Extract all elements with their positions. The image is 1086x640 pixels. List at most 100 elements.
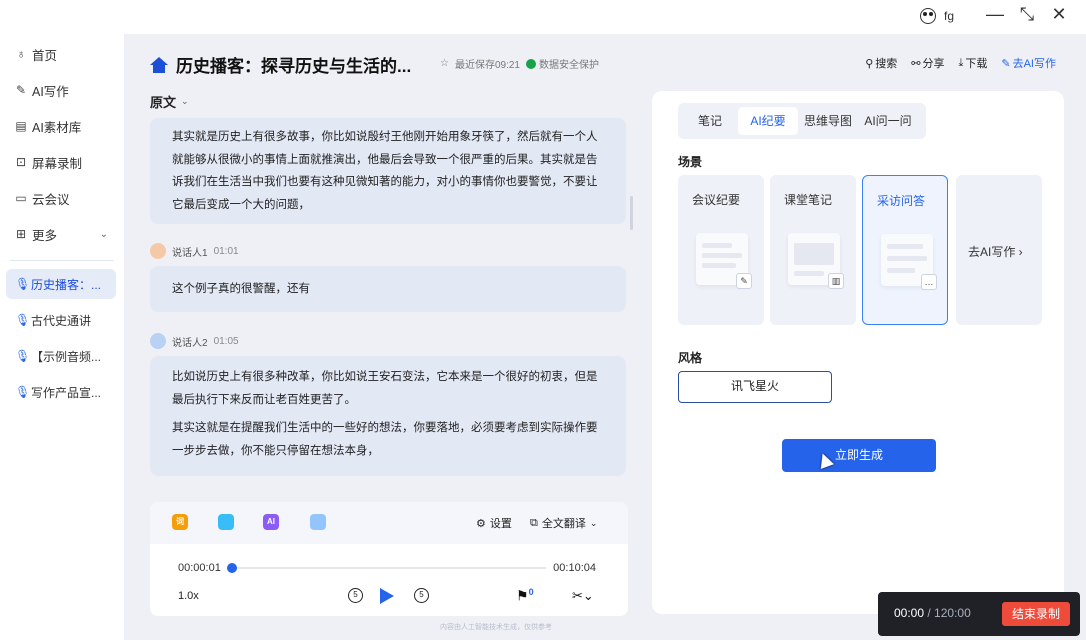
document-title[interactable]: 历史播客：探寻历史与生活的...	[176, 52, 411, 77]
edit-icon: ✎	[1001, 57, 1011, 70]
transcript-text: 比如说历史上有很多种改革，你比如说王安石变法，它本来是一个很好的初衷，但是最后执…	[172, 371, 598, 406]
scene-card-meeting[interactable]: 会议纪要 ✎	[678, 175, 764, 325]
library-icon: ▤	[15, 119, 27, 133]
ai-write-button[interactable]: ✎ 去AI写作	[1001, 55, 1056, 71]
scene-label: 场景	[678, 155, 703, 169]
player-toolbar: 词 AI ⚙ 设置 ⧉ 全文翻译 ⌄	[150, 502, 628, 544]
close-icon[interactable]: ✕	[1050, 4, 1068, 25]
recording-label: 写作产品宣...	[31, 385, 102, 400]
audio-player: 词 AI ⚙ 设置 ⧉ 全文翻译 ⌄ 00:00:01 00:10:04 1.0…	[150, 502, 628, 616]
header-actions: ⚲ 搜索 ⚯ 分享 ⤓ 下载 ✎ 去AI写作	[865, 55, 1056, 71]
speaker-time[interactable]: 01:01	[214, 246, 239, 257]
sidebar-item-cloud-meeting[interactable]: ▭ 云会议	[0, 180, 124, 216]
recording-item[interactable]: 🎙 写作产品宣...	[6, 377, 116, 407]
speed-button[interactable]: 1.0x	[178, 590, 199, 602]
speaker-name[interactable]: 说话人2	[172, 334, 208, 349]
scene-card-label: 采访问答	[877, 194, 926, 208]
download-label: 下载	[965, 58, 988, 70]
go-ai-write-card[interactable]: 去AI写作 ›	[956, 175, 1042, 325]
meeting-illustration-icon: ✎	[696, 233, 752, 289]
style-option-spark[interactable]: 讯飞星火	[678, 371, 832, 403]
translate-icon: ⧉	[530, 516, 538, 529]
scene-card-interview[interactable]: 采访问答 …	[862, 175, 948, 325]
sidebar-item-ai-library[interactable]: ▤ AI素材库	[0, 108, 124, 144]
chat-tool-icon[interactable]	[310, 514, 326, 530]
save-status: ☆ 最近保存09:21 数据安全保护	[440, 56, 599, 71]
transcript-block[interactable]: 其实就是历史上有很多故事，你比如说殷纣王他刚开始用象牙筷了，然后就有一个人就能够…	[150, 118, 626, 224]
chevron-down-icon: ⌄	[181, 96, 189, 106]
minimize-icon[interactable]: —	[986, 4, 1004, 25]
translate-button[interactable]: ⧉ 全文翻译 ⌄	[530, 515, 597, 531]
star-icon[interactable]: ☆	[440, 58, 449, 69]
sidebar-item-ai-write[interactable]: ✎ AI写作	[0, 72, 124, 108]
footer-note: 内容由人工智能技术生成，仅供参考	[440, 624, 552, 631]
total-time: 00:10:04	[553, 562, 596, 574]
chevron-down-icon: ⌄	[99, 228, 108, 240]
classroom-illustration-icon: ▥	[788, 233, 844, 289]
transcript-block[interactable]: 比如说历史上有很多种改革，你比如说王安石变法，它本来是一个很好的初衷，但是最后执…	[150, 356, 626, 476]
search-button[interactable]: ⚲ 搜索	[865, 55, 897, 71]
summary-tool-icon[interactable]	[218, 514, 234, 530]
home-icon[interactable]	[150, 56, 168, 73]
sidebar-item-home[interactable]: ♁ 首页	[0, 36, 124, 72]
search-icon: ⚲	[865, 57, 874, 70]
play-icon[interactable]	[380, 588, 394, 604]
progress-knob[interactable]	[226, 563, 237, 573]
style-label: 风格	[678, 351, 703, 365]
scene-card-label: 课堂笔记	[784, 193, 833, 207]
download-icon: ⤓	[958, 56, 964, 69]
user-menu[interactable]: fg	[919, 8, 954, 24]
transcript-text: 其实就是历史上有很多故事，你比如说殷纣王他刚开始用象牙筷了，然后就有一个人就能够…	[172, 131, 598, 211]
current-time: 00:00:01	[178, 562, 221, 574]
scene-card-classroom[interactable]: 课堂笔记 ▥	[770, 175, 856, 325]
download-button[interactable]: ⤓ 下载	[959, 55, 988, 71]
sidebar-item-label: 屏幕录制	[32, 156, 83, 171]
security-text: 数据安全保护	[539, 60, 599, 71]
recording-bar: 00:00 / 120:00 结束录制	[878, 592, 1080, 636]
speaker-avatar	[150, 243, 166, 259]
tab-notes[interactable]: 笔记	[682, 107, 738, 135]
forward-5-icon[interactable]: 5	[414, 588, 429, 603]
settings-button[interactable]: ⚙ 设置	[476, 515, 512, 531]
keyword-tool-icon[interactable]: 词	[172, 514, 188, 530]
book-icon: ▥	[828, 273, 844, 289]
scene-card-label: 会议纪要	[692, 193, 741, 207]
recording-item[interactable]: 🎙 【示例音频...	[6, 341, 116, 371]
flag-button[interactable]: ⚑0	[516, 587, 534, 605]
transcript-selector[interactable]: 原文 ⌄	[150, 92, 189, 111]
maximize-icon[interactable]: ⤡	[1018, 4, 1036, 25]
tab-mind-map[interactable]: 思维导图	[798, 107, 858, 135]
speaker-name[interactable]: 说话人1	[172, 244, 208, 259]
user-name: fg	[943, 9, 954, 23]
tab-ai-summary[interactable]: AI纪要	[738, 107, 798, 135]
sidebar-item-more[interactable]: ⊞ 更多 ⌄	[0, 216, 124, 252]
screen-record-icon: ⊡	[15, 155, 27, 169]
ai-tool-icon[interactable]: AI	[263, 514, 279, 530]
recording-label: 【示例音频...	[31, 349, 102, 364]
stop-recording-button[interactable]: 结束录制	[1002, 602, 1070, 626]
transcript-list[interactable]: 其实就是历史上有很多故事，你比如说殷纣王他刚开始用象牙筷了，然后就有一个人就能够…	[150, 118, 628, 498]
sidebar-item-screen-record[interactable]: ⊡ 屏幕录制	[0, 144, 124, 180]
sidebar-item-label: AI素材库	[32, 120, 82, 135]
transcript-text: 其实这就是在提醒我们生活中的一些好的想法，你要落地，必须要考虑到实际操作要一步步…	[172, 422, 598, 457]
mic-icon: 🎙	[15, 349, 31, 363]
rewind-5-icon[interactable]: 5	[348, 588, 363, 603]
edit-icon: ✎	[15, 83, 27, 97]
generate-button[interactable]: 立即生成	[782, 439, 936, 472]
total-duration: 120:00	[934, 606, 971, 620]
recording-item[interactable]: 🎙 古代史通讲	[6, 305, 116, 335]
scissors-icon[interactable]: ✂⌄	[572, 588, 594, 604]
transcript-text: 这个例子真的很警醒，还有	[172, 283, 310, 295]
recording-item[interactable]: 🎙 历史播客：...	[6, 269, 116, 299]
sidebar: ♁ 首页 ✎ AI写作 ▤ AI素材库 ⊡ 屏幕录制 ▭ 云会议 ⊞ 更多 ⌄ …	[0, 34, 124, 640]
tab-ai-ask[interactable]: AI问一问	[858, 107, 918, 135]
scrollbar[interactable]	[630, 196, 633, 230]
progress-track[interactable]	[230, 567, 546, 569]
page-title: 历史播客：探寻历史与生活的...	[150, 52, 411, 77]
share-button[interactable]: ⚯ 分享	[911, 55, 944, 71]
transcript-block[interactable]: 这个例子真的很警醒，还有	[150, 266, 626, 312]
speaker-avatar	[150, 333, 166, 349]
recording-label: 古代史通讲	[31, 313, 92, 328]
speaker-time[interactable]: 01:05	[214, 336, 239, 347]
last-saved-text: 最近保存09:21	[454, 60, 520, 71]
